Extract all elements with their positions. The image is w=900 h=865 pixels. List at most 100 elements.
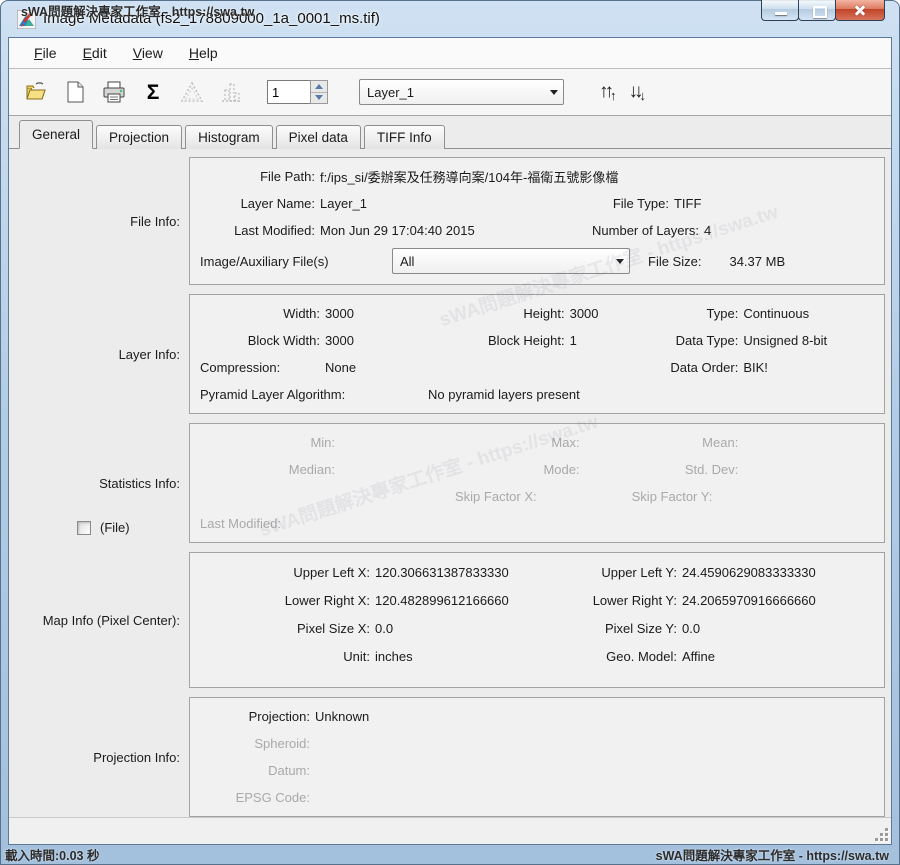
new-document-icon [64,80,86,104]
lower-right-y-label: Lower Right Y: [537,593,677,608]
client-area: File Edit View Help [8,37,892,845]
tab-bar: General Projection Histogram Pixel data … [9,116,891,149]
new-file-button[interactable] [62,79,88,105]
layer-number-input[interactable] [267,80,310,104]
statistics-groupbox: Min: Max: Mean: Median: Mode: Std. Dev: … [189,423,885,543]
pyramid-icon [180,80,204,104]
maximize-button[interactable] [798,0,836,21]
data-type-value: Unsigned 8-bit [743,333,827,348]
layer-select-dropdown[interactable]: Layer_1 [359,79,564,105]
watermark-bottom: sWA問題解決專家工作室 - https://swa.tw [656,845,889,864]
file-info-groupbox: File Path: f:/ips_si/委辦案及任務導向案/104年-福衛五號… [189,157,885,285]
block-width-label: Block Width: [200,333,320,348]
geo-model-label: Geo. Model: [537,649,677,664]
last-modified-value: Mon Jun 29 17:04:40 2015 [320,223,475,238]
open-file-button[interactable] [23,79,49,105]
app-icon [17,10,36,29]
layer-info-groupbox: Width:3000 Height:3000 Type:Continuous B… [189,294,885,414]
tab-general[interactable]: General [19,120,93,149]
block-height-label: Block Height: [470,333,565,348]
file-info-section: File Info: File Path: f:/ips_si/委辦案及任務導向… [9,157,885,285]
upper-left-x-value: 120.306631387833330 [375,565,509,580]
chevron-down-icon [550,90,558,95]
menu-view[interactable]: View [120,41,176,65]
file-info-label: File Info: [130,214,180,229]
print-button[interactable] [101,79,127,105]
datum-label: Datum: [200,763,310,778]
upper-left-x-label: Upper Left X: [200,565,370,580]
toolbar: Σ [9,69,891,116]
title-bar[interactable]: Image Metadata (fs2_178809000_1a_0001_ms… [1,1,899,37]
unit-label: Unit: [200,649,370,664]
file-size-label: File Size: [648,254,701,269]
median-label: Median: [200,462,335,477]
projection-value: Unknown [315,709,369,724]
map-info-section: Map Info (Pixel Center): Upper Left X:12… [9,552,885,688]
block-height-value: 1 [570,333,577,348]
status-bar [9,817,891,844]
max-label: Max: [470,435,580,450]
pyramid-layers-button[interactable] [179,79,205,105]
lower-layer-button[interactable]: ↓↓↓ [629,82,643,102]
close-button[interactable] [835,0,885,21]
window-title: Image Metadata (fs2_178809000_1a_0001_ms… [43,10,380,27]
width-value: 3000 [325,306,354,321]
upper-left-y-value: 24.4590629083333330 [682,565,816,580]
projection-groupbox: Projection: Unknown Spheroid: Datum: EPS… [189,697,885,817]
file-checkbox[interactable] [77,521,91,535]
mode-label: Mode: [470,462,580,477]
spinner-up-button[interactable] [311,81,327,93]
file-path-label: File Path: [200,169,315,184]
resize-grip[interactable] [874,827,889,842]
compression-label: Compression: [200,360,320,375]
statistics-button[interactable]: Σ [140,79,166,105]
type-value: Continuous [743,306,809,321]
projection-label: Projection: [200,709,310,724]
aux-files-dropdown[interactable]: All [392,248,630,274]
spinner-down-icon [315,95,323,100]
close-icon [853,3,867,17]
statistics-info-label: Statistics Info: [99,476,180,491]
block-width-value: 3000 [325,333,354,348]
width-label: Width: [200,306,320,321]
pixel-size-x-label: Pixel Size X: [200,621,370,636]
tab-tiff-info[interactable]: TIFF Info [364,125,445,149]
raise-layer-button[interactable]: ↑↑↑ [599,82,613,102]
lower-right-x-value: 120.482899612166660 [375,593,509,608]
std-dev-label: Std. Dev: [658,462,738,477]
tab-pixel-data[interactable]: Pixel data [276,125,361,149]
spinner-down-button[interactable] [311,93,327,104]
spheroid-label: Spheroid: [200,736,310,751]
menu-help[interactable]: Help [176,41,231,65]
layer-name-value: Layer_1 [320,196,367,211]
data-type-label: Data Type: [658,333,738,348]
minimize-button[interactable] [761,0,799,21]
file-type-label: File Type: [564,196,669,211]
menu-file[interactable]: File [21,41,70,65]
layer-info-label: Layer Info: [119,347,180,362]
data-order-value: BIK! [743,360,768,375]
layer-number-spinner [267,80,328,104]
data-order-label: Data Order: [658,360,738,375]
skip-factor-x-label: Skip Factor X: [455,489,537,504]
tab-projection[interactable]: Projection [96,125,182,149]
tab-histogram[interactable]: Histogram [185,125,273,149]
sigma-icon: Σ [147,82,160,103]
histogram-button[interactable] [218,79,244,105]
statistics-info-section: Statistics Info: (File) Min: Max: Mean: … [9,423,885,543]
dropdown-arrow [545,80,563,104]
pixel-size-y-value: 0.0 [682,621,700,636]
minimize-icon [775,12,787,15]
dropdown-arrow [611,249,629,273]
file-checkbox-label: (File) [100,520,130,535]
aux-files-value: All [400,254,611,269]
file-checkbox-row: (File) [77,520,130,535]
spinner-up-icon [315,84,323,89]
compression-value: None [325,360,356,375]
lower-right-x-label: Lower Right X: [200,593,370,608]
menu-edit[interactable]: Edit [70,41,120,65]
menu-bar: File Edit View Help [9,38,891,69]
printer-icon [102,80,126,104]
histogram-icon [219,80,243,104]
unit-value: inches [375,649,413,664]
